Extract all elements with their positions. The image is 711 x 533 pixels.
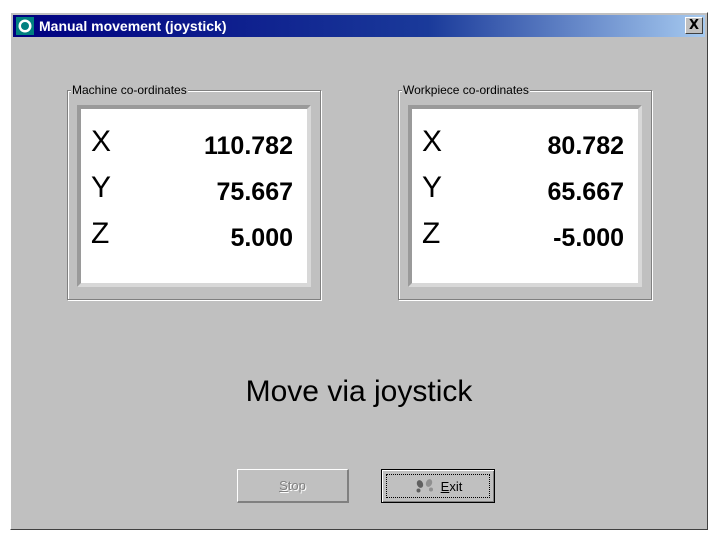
workpiece-coordinates-label: Workpiece co-ordinates xyxy=(402,83,530,97)
workpiece-y-axis-label: Y xyxy=(422,171,443,204)
status-message: Move via joystick xyxy=(245,375,473,408)
stop-button-label: Stop xyxy=(279,478,306,493)
exit-button[interactable]: Exit xyxy=(381,469,495,503)
machine-coordinates-label: Machine co-ordinates xyxy=(71,83,188,97)
machine-y-value: 75.667 xyxy=(216,178,293,206)
close-button[interactable]: X xyxy=(685,17,703,34)
workpiece-x-axis-label: X xyxy=(422,125,443,158)
machine-x-value: 110.782 xyxy=(204,132,293,160)
machine-z-row: Z 5.000 xyxy=(87,217,293,263)
machine-z-axis-label: Z xyxy=(91,217,110,250)
workpiece-z-axis-label: Z xyxy=(422,217,441,250)
machine-y-row: Y 75.667 xyxy=(87,171,293,217)
machine-x-axis-label: X xyxy=(91,125,112,158)
joystick-dialog: Manual movement (joystick) X Machine co-… xyxy=(10,12,708,530)
focus-rectangle xyxy=(386,474,490,498)
machine-coordinates-group: Machine co-ordinates X 110.782 Y 75.667 … xyxy=(67,83,321,300)
workpiece-z-row: Z -5.000 xyxy=(418,217,624,263)
stop-button[interactable]: Stop xyxy=(237,469,349,503)
workpiece-z-value: -5.000 xyxy=(553,224,624,252)
machine-x-row: X 110.782 xyxy=(87,125,293,171)
machine-coordinates-display: X 110.782 Y 75.667 Z 5.000 xyxy=(77,105,311,287)
workpiece-y-row: Y 65.667 xyxy=(418,171,624,217)
machine-y-axis-label: Y xyxy=(91,171,112,204)
window-title: Manual movement (joystick) xyxy=(39,18,227,34)
title-bar[interactable]: Manual movement (joystick) X xyxy=(13,15,705,37)
close-icon: X xyxy=(688,18,700,33)
workpiece-x-value: 80.782 xyxy=(547,132,624,160)
workpiece-coordinates-display: X 80.782 Y 65.667 Z -5.000 xyxy=(408,105,642,287)
workpiece-y-value: 65.667 xyxy=(547,178,624,206)
machine-z-value: 5.000 xyxy=(230,224,293,252)
app-circle-icon xyxy=(16,17,34,35)
workpiece-coordinates-group: Workpiece co-ordinates X 80.782 Y 65.667… xyxy=(398,83,652,300)
workpiece-x-row: X 80.782 xyxy=(418,125,624,171)
